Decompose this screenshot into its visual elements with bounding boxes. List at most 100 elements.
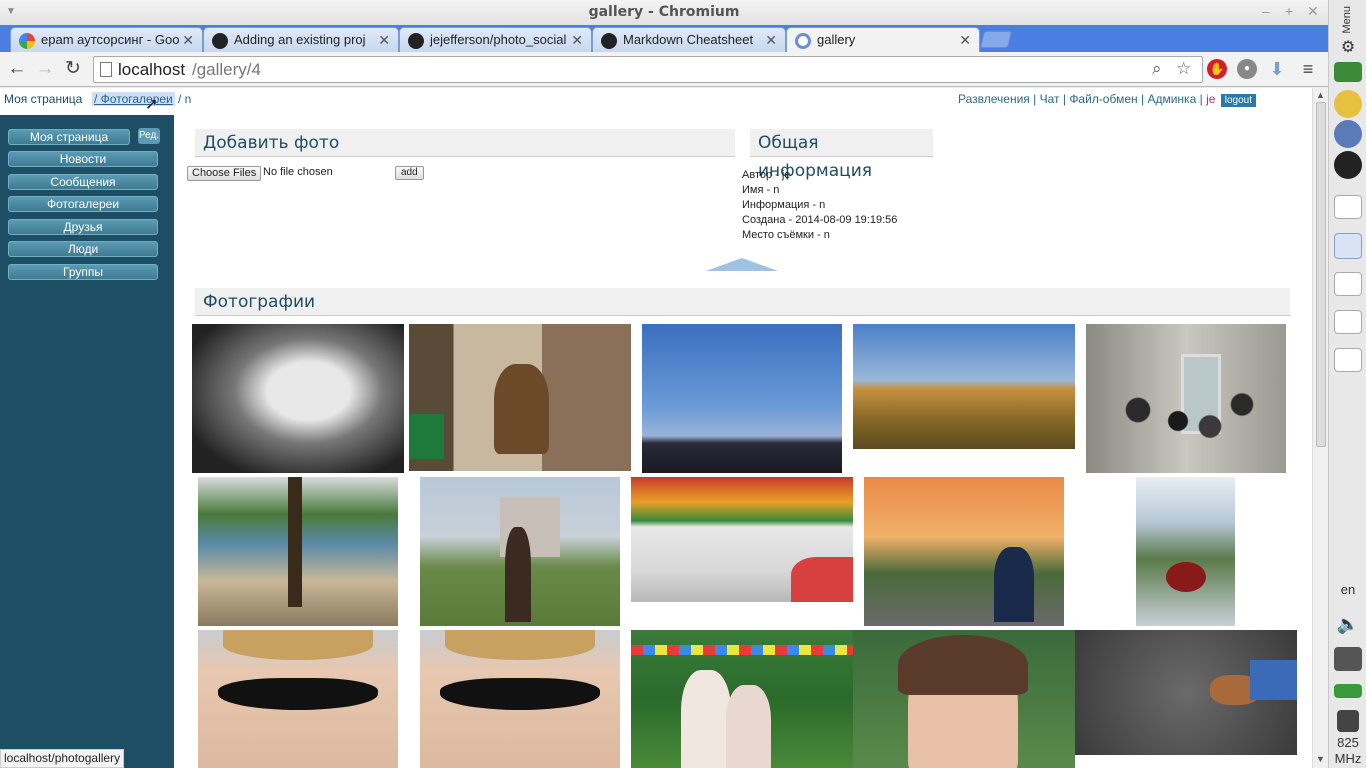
keyboard-layout[interactable]: en <box>1329 582 1366 597</box>
battery-icon[interactable] <box>1334 684 1362 698</box>
back-icon[interactable]: ← <box>6 58 28 80</box>
status-bar: localhost/photogallery <box>0 749 125 768</box>
page-icon <box>100 62 112 77</box>
url-path: /gallery/4 <box>192 60 261 79</box>
image-viewer-icon[interactable] <box>1334 348 1362 372</box>
sidebar-item-messages[interactable]: Сообщения <box>8 174 158 190</box>
bookmark-star-icon[interactable]: ☆ <box>1176 59 1191 79</box>
gear-icon[interactable]: ⚙ <box>1329 37 1366 57</box>
nav-chat[interactable]: Чат <box>1040 92 1060 106</box>
photo-thumbnail[interactable] <box>853 630 1075 768</box>
page-scrollbar[interactable]: ▲ ▼ <box>1312 88 1328 768</box>
search-icon[interactable]: ⌕ <box>1152 59 1162 79</box>
messenger-icon[interactable] <box>1334 90 1362 118</box>
audio-player-icon[interactable] <box>1334 151 1362 179</box>
maximize-icon[interactable]: + <box>1285 3 1293 19</box>
logout-button[interactable]: logout <box>1220 94 1256 107</box>
tab-adding-project[interactable]: Adding an existing proj ✕ <box>203 27 399 52</box>
sidebar-item-news[interactable]: Новости <box>8 151 158 167</box>
photo-thumbnail[interactable] <box>1075 630 1297 755</box>
photo-thumbnail[interactable] <box>192 324 404 473</box>
close-tab-icon[interactable]: ✕ <box>378 28 390 52</box>
thunderbird-icon[interactable] <box>1334 120 1362 148</box>
menu-icon[interactable]: ≡ <box>1298 59 1318 79</box>
photos-heading: Фотографии <box>195 288 1290 316</box>
nav-admin[interactable]: Админка <box>1147 92 1196 106</box>
tab-label: Markdown Cheatsheet <box>623 32 754 47</box>
scroll-thumb[interactable] <box>1316 102 1326 447</box>
close-window-icon[interactable]: ✕ <box>1307 3 1319 20</box>
tab-markdown[interactable]: Markdown Cheatsheet ✕ <box>592 27 786 52</box>
photo-thumbnail[interactable] <box>864 477 1064 626</box>
window-menu-icon[interactable]: ▼ <box>6 6 16 17</box>
sidebar-item-my-page[interactable]: Моя страница <box>8 129 130 145</box>
photo-thumbnail[interactable] <box>853 324 1075 449</box>
volume-icon[interactable]: 🔈 <box>1329 614 1366 635</box>
monitor-icon[interactable] <box>1334 62 1362 82</box>
close-tab-icon[interactable]: ✕ <box>959 28 971 52</box>
close-tab-icon[interactable]: ✕ <box>571 28 583 52</box>
top-navigation: Развлечения | Чат | Файл-обмен | Админка… <box>958 92 1256 107</box>
sidebar-item-groups[interactable]: Группы <box>8 264 158 280</box>
sidebar: Моя страница Ред. Новости Сообщения Фото… <box>0 115 174 768</box>
window-icon[interactable] <box>1334 310 1362 334</box>
crumb-current[interactable]: / n <box>178 92 191 106</box>
crumb-home[interactable]: Моя страница <box>4 92 82 106</box>
scroll-up-icon[interactable]: ▲ <box>1316 90 1325 100</box>
file-status: No file chosen <box>263 166 333 178</box>
close-tab-icon[interactable]: ✕ <box>765 28 777 52</box>
photo-thumbnail[interactable] <box>1086 324 1286 473</box>
photo-thumbnail[interactable] <box>420 477 620 626</box>
nav-entertainment[interactable]: Развлечения <box>958 92 1030 106</box>
tab-epam[interactable]: epam аутсорсинг - Goo ✕ <box>10 27 203 52</box>
tab-gallery[interactable]: gallery ✕ <box>786 27 980 52</box>
photo-thumbnail[interactable] <box>631 630 853 768</box>
info-description: Информация - n <box>742 199 826 211</box>
adblock-icon[interactable]: ✋ <box>1207 59 1227 79</box>
google-icon <box>19 33 35 49</box>
photo-thumbnail[interactable] <box>409 324 631 471</box>
sidebar-item-friends[interactable]: Друзья <box>8 219 158 235</box>
nav-file-share[interactable]: Файл-обмен <box>1069 92 1137 106</box>
chromium-window-icon[interactable] <box>1334 233 1362 259</box>
sidebar-item-people[interactable]: Люди <box>8 241 158 257</box>
photo-thumbnail[interactable] <box>1136 477 1235 626</box>
photo-thumbnail[interactable] <box>198 630 398 768</box>
tab-label: epam аутсорсинг - Goo <box>41 32 180 47</box>
new-tab-button[interactable] <box>979 31 1013 48</box>
close-tab-icon[interactable]: ✕ <box>182 28 194 52</box>
download-icon[interactable]: ⬇ <box>1267 59 1287 79</box>
web-page: Моя страница / Фотогалереи / n ➚ Развлеч… <box>0 88 1312 768</box>
edit-profile-button[interactable]: Ред. <box>138 128 160 144</box>
minimize-icon[interactable]: – <box>1262 3 1270 19</box>
github-icon <box>212 33 228 49</box>
info-heading: Общая информация <box>750 129 933 181</box>
scroll-down-icon[interactable]: ▼ <box>1316 754 1325 764</box>
info-location: Место съёмки - n <box>742 229 830 241</box>
desktop-menu-label[interactable]: Menu <box>1341 6 1355 34</box>
photo-thumbnail[interactable] <box>198 477 398 626</box>
terminal-icon[interactable] <box>1334 272 1362 296</box>
tab-photo-social[interactable]: jejefferson/photo_social ✕ <box>399 27 592 52</box>
photo-thumbnail[interactable] <box>642 324 842 473</box>
sidebar-item-galleries[interactable]: Фотогалереи <box>8 196 158 212</box>
crumb-galleries[interactable]: / Фотогалереи <box>92 92 175 106</box>
cpu-icon <box>1337 710 1359 732</box>
network-icon[interactable] <box>1334 647 1362 671</box>
nav-user[interactable]: je <box>1206 92 1215 106</box>
address-bar[interactable]: localhost /gallery/4 ⌕ ☆ <box>93 56 1203 83</box>
choose-files-button[interactable]: Choose Files <box>187 166 262 181</box>
window-title-bar: ▼ gallery - Chromium – + ✕ <box>0 0 1328 25</box>
forward-icon[interactable]: → <box>34 58 56 80</box>
info-created: Создана - 2014-08-09 19:19:56 <box>742 214 898 226</box>
extension-icon[interactable]: ● <box>1237 59 1257 79</box>
photo-thumbnail[interactable] <box>420 630 620 768</box>
collapse-toggle[interactable] <box>706 258 778 271</box>
tab-label: gallery <box>817 32 856 47</box>
add-photo-button[interactable]: add <box>395 166 424 180</box>
info-author: Автор - je <box>742 169 791 181</box>
terminal-icon[interactable] <box>1334 195 1362 219</box>
photo-thumbnail[interactable] <box>631 477 853 602</box>
reload-icon[interactable]: ↻ <box>62 58 84 80</box>
github-icon <box>601 33 617 49</box>
